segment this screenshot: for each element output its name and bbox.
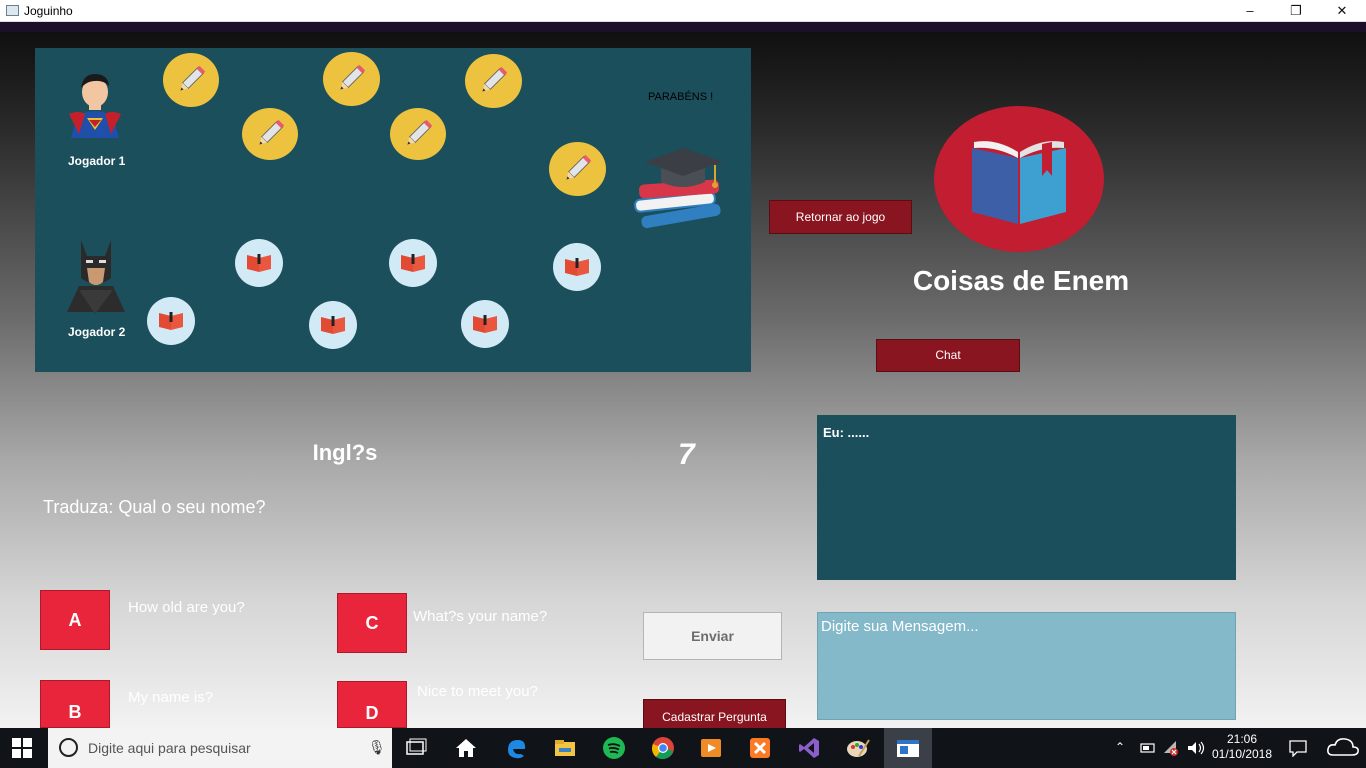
app-title: Coisas de Enem xyxy=(912,265,1130,296)
home-icon[interactable] xyxy=(454,736,478,760)
maximize-button[interactable]: ❐ xyxy=(1273,0,1319,22)
chat-button[interactable]: Chat xyxy=(876,339,1020,372)
xampp-icon[interactable] xyxy=(748,736,772,760)
app-window: Joguinho – ❐ ✕ Jogador 1 Jogador 2 PARAB… xyxy=(0,0,1366,768)
pencil-token-icon xyxy=(163,53,219,107)
network-icon[interactable] xyxy=(1162,739,1180,757)
option-a-text: How old are you? xyxy=(128,599,245,616)
return-to-game-button[interactable]: Retornar ao jogo xyxy=(769,200,912,234)
cloud-sync-icon[interactable] xyxy=(1326,735,1360,761)
register-question-button[interactable]: Cadastrar Pergunta xyxy=(643,699,786,728)
media-player-icon[interactable] xyxy=(699,736,723,760)
timer-value: 7 xyxy=(678,438,695,471)
graduation-goal-icon xyxy=(634,148,723,229)
chat-message-input[interactable]: Digite sua Mensagem... xyxy=(817,612,1236,720)
visual-studio-icon[interactable] xyxy=(797,736,821,760)
player1-avatar-icon xyxy=(69,74,121,138)
app-logo xyxy=(934,106,1104,252)
send-answer-button[interactable]: Enviar xyxy=(643,612,782,660)
book-token-icon xyxy=(235,239,283,287)
app-icon xyxy=(6,5,19,16)
taskbar: Digite aqui para pesquisar 🎙 ⌃ 21:06 01/… xyxy=(0,728,1366,768)
taskbar-search-placeholder: Digite aqui para pesquisar xyxy=(88,740,251,756)
pencil-token-icon xyxy=(323,52,380,106)
player1-label: Jogador 1 xyxy=(68,154,126,168)
pencil-token-icon xyxy=(465,54,522,108)
battery-icon[interactable] xyxy=(1138,740,1156,756)
chat-message: Eu: ...... xyxy=(823,425,870,440)
open-book-icon xyxy=(972,141,1066,224)
microphone-icon[interactable]: 🎙 xyxy=(368,739,386,756)
volume-icon[interactable] xyxy=(1186,739,1206,757)
chat-input-placeholder: Digite sua Mensagem... xyxy=(821,618,979,635)
minimize-button[interactable]: – xyxy=(1227,0,1273,22)
clock-date: 01/10/2018 xyxy=(1211,747,1273,761)
book-token-icon xyxy=(309,301,357,349)
task-view-icon[interactable] xyxy=(404,736,428,760)
option-a-button[interactable]: A xyxy=(40,590,110,650)
book-token-icon xyxy=(461,300,509,348)
option-c-button[interactable]: C xyxy=(337,593,407,653)
clock-time: 21:06 xyxy=(1226,732,1258,746)
taskbar-clock[interactable]: 21:06 01/10/2018 xyxy=(1210,732,1274,762)
windows-start-icon[interactable] xyxy=(12,738,36,762)
pencil-token-icon xyxy=(242,108,298,160)
book-token-icon xyxy=(553,243,601,291)
option-b-button[interactable]: B xyxy=(40,680,110,728)
edge-browser-icon[interactable] xyxy=(504,736,528,760)
book-token-icon xyxy=(147,297,195,345)
cortana-icon xyxy=(59,738,78,757)
paint-icon[interactable] xyxy=(846,736,870,760)
title-bar: Joguinho – ❐ ✕ xyxy=(0,0,1366,22)
window-title: Joguinho xyxy=(24,4,73,18)
notifications-icon[interactable] xyxy=(1288,739,1308,757)
window-body: Jogador 1 Jogador 2 PARABÉNS ! Retornar … xyxy=(0,22,1366,728)
spotify-icon[interactable] xyxy=(602,736,626,760)
pencil-token-icon xyxy=(549,142,606,196)
tray-chevron-icon[interactable]: ⌃ xyxy=(1115,740,1125,754)
chat-log: Eu: ...... xyxy=(817,415,1236,580)
taskbar-search-box[interactable]: Digite aqui para pesquisar 🎙 xyxy=(48,728,392,768)
joguinho-app-icon xyxy=(897,740,919,757)
option-c-text: What?s your name? xyxy=(413,608,548,625)
game-board: Jogador 1 Jogador 2 PARABÉNS ! xyxy=(35,48,751,372)
active-app-highlight[interactable] xyxy=(884,728,932,768)
subject-label: Ingl?s xyxy=(312,440,378,465)
option-d-text: Nice to meet you? xyxy=(417,683,538,700)
chrome-icon[interactable] xyxy=(651,736,675,760)
option-b-text: My name is? xyxy=(128,689,214,706)
question-text: Traduza: Qual o seu nome? xyxy=(43,497,266,517)
player2-label: Jogador 2 xyxy=(68,325,126,339)
file-explorer-icon[interactable] xyxy=(553,736,577,760)
pencil-token-icon xyxy=(390,108,446,160)
player2-avatar-icon xyxy=(67,240,125,314)
congrats-text: PARABÉNS ! xyxy=(648,91,714,103)
close-button[interactable]: ✕ xyxy=(1319,0,1365,22)
book-token-icon xyxy=(389,239,437,287)
option-d-button[interactable]: D xyxy=(337,681,407,728)
